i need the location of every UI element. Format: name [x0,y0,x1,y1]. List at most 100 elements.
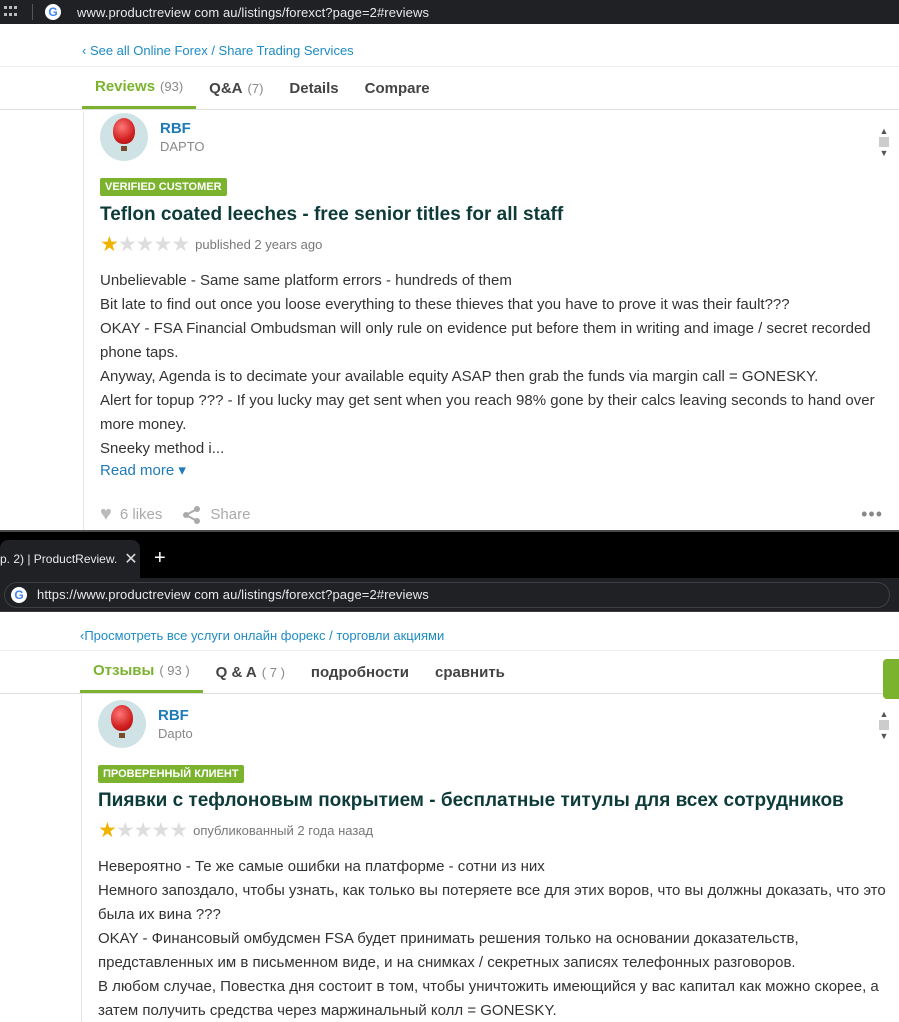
review-line: OKAY - FSA Financial Ombudsman will only… [100,320,871,361]
review-line: Alert for topup ??? - If you lucky may g… [100,392,875,433]
review-body: Невероятно - Те же самые ошибки на платф… [98,855,899,1022]
tab-title: р. 2) | ProductReview. [0,552,118,566]
avatar[interactable] [100,113,148,161]
review-title[interactable]: Пиявки с тефлоновым покрытием - бесплатн… [98,790,899,812]
url-text[interactable]: https://www.productreview com au/listing… [37,587,429,602]
star-icon: ★ [153,233,172,256]
url-text[interactable]: www.productreview com au/listings/forexc… [77,5,429,20]
scroll-control[interactable]: ▲ ▼ [877,708,891,742]
review-line: Невероятно - Те же самые ошибки на платф… [98,858,545,875]
reviewer-info: RBF Dapto [82,700,899,748]
balloon-icon [111,705,133,731]
scroll-control[interactable]: ▲ ▼ [877,125,891,159]
review-line: Anyway, Agenda is to decimate your avail… [100,368,819,385]
tab-label: Q&A [209,79,243,97]
tab-label: Compare [364,79,430,97]
tab-qa[interactable]: Q & A ( 7 ) [203,651,298,693]
english-page-panel: G www.productreview com au/listings/fore… [0,0,899,530]
star-icon: ★ [117,233,137,256]
published-date: published 2 years ago [195,237,323,252]
tab-compare[interactable]: сравнить [422,651,518,693]
review-line: В любом случае, Повестка дня состоит в т… [98,978,879,1019]
omnibox[interactable]: G https://www.productreview com au/listi… [4,581,890,608]
address-bar[interactable]: G www.productreview com au/listings/fore… [0,0,899,24]
balloon-basket [119,733,125,738]
tab-reviews[interactable]: Reviews (93) [82,67,197,109]
tab-label: подробности [310,663,409,681]
scroll-up-icon[interactable]: ▲ [877,125,891,137]
star-icon: ★ [133,819,153,842]
review-body: Unbelievable - Same same platform errors… [100,269,899,461]
tab-count: ( 93 ) [159,663,190,678]
rating-row: ★★★★★ опубликованный 2 года назад [98,820,899,841]
verified-badge: VERIFIED CUSTOMER [100,178,227,196]
reviewer-location: DAPTO [160,139,205,154]
review-card: ▲ ▼ RBF Dapto ПРОВЕРЕННЫЙ КЛИЕНТ Пиявки … [81,694,899,1022]
divider [32,4,33,20]
tab-label: Details [289,79,339,97]
tab-reviews[interactable]: Отзывы ( 93 ) [80,651,203,693]
star-rating: ★★★★★ [98,819,188,842]
star-icon: ★ [115,819,135,842]
review-line: OKAY - Финансовый омбудсмен FSA будет пр… [98,930,799,971]
see-all-link[interactable]: ‹ See all Online Forex / Share Trading S… [0,24,899,66]
share-icon[interactable] [182,505,202,525]
review-title[interactable]: Teflon coated leeches - free senior titl… [100,204,899,226]
tab-label: Q & A [215,663,257,681]
listing-tabs: Reviews (93) Q&A (7) Details Compare [0,66,899,110]
balloon-basket [121,146,127,151]
rating-row: ★★★★★ published 2 years ago [100,234,899,255]
new-tab-icon[interactable]: + [154,547,166,570]
side-action-tab[interactable] [883,659,899,699]
tab-details[interactable]: Details [276,67,351,109]
tab-count: (7) [247,80,264,96]
review-card: ▲ ▼ RBF DAPTO VERIFIED CUSTOMER Teflon c… [83,111,899,530]
star-icon: ★ [171,233,190,256]
reviewer-name[interactable]: RBF [160,120,205,137]
scroll-thumb[interactable] [879,720,889,730]
address-bar: G https://www.productreview com au/listi… [0,578,899,612]
close-icon[interactable]: ✕ [122,549,140,569]
published-date: опубликованный 2 года назад [193,823,374,838]
star-rating: ★★★★★ [100,233,190,256]
avatar[interactable] [98,700,146,748]
scroll-thumb[interactable] [879,137,889,147]
apps-grid-icon[interactable] [4,6,18,18]
verified-badge: ПРОВЕРЕННЫЙ КЛИЕНТ [98,765,244,783]
tab-count: ( 7 ) [261,664,285,680]
scroll-up-icon[interactable]: ▲ [877,708,891,720]
heart-icon[interactable]: ♥ [100,503,112,526]
tab-compare[interactable]: Compare [352,67,443,109]
tab-count: (93) [160,79,184,94]
read-more-link[interactable]: Read more ▾ [100,461,899,479]
tab-label: Reviews [95,78,156,95]
star-icon: ★ [100,233,119,256]
star-icon: ★ [151,819,170,842]
google-icon: G [45,4,61,20]
review-line: Немного запоздало, чтобы узнать, как тол… [98,882,886,923]
share-button[interactable]: Share [210,506,250,523]
likes-count[interactable]: 6 likes [120,506,163,523]
tab-qa[interactable]: Q&A (7) [196,67,276,109]
see-all-link[interactable]: ‹Просмотреть все услуги онлайн форекс / … [0,612,899,650]
browser-tab-strip: р. 2) | ProductReview. ✕ + [0,530,899,578]
scroll-down-icon[interactable]: ▼ [877,147,891,159]
google-icon: G [11,586,27,603]
tab-details[interactable]: подробности [298,651,422,693]
review-line: Unbelievable - Same same platform errors… [100,272,512,289]
listing-tabs: Отзывы ( 93 ) Q & A ( 7 ) подробности ср… [0,650,899,699]
more-options-icon[interactable]: ••• [861,504,883,525]
star-icon: ★ [169,819,188,842]
browser-tab[interactable]: р. 2) | ProductReview. ✕ [0,540,140,578]
tab-label: Отзывы [93,662,155,679]
star-icon: ★ [135,233,155,256]
reviewer-location: Dapto [158,726,193,741]
review-line: Bit late to find out once you loose ever… [100,296,790,313]
reviewer-info: RBF DAPTO [84,113,899,161]
tab-label: сравнить [434,663,505,681]
scroll-down-icon[interactable]: ▼ [877,730,891,742]
star-icon: ★ [98,819,117,842]
balloon-icon [113,118,135,144]
review-footer: ♥ 6 likes Share ••• [100,503,899,526]
reviewer-name[interactable]: RBF [158,707,193,724]
